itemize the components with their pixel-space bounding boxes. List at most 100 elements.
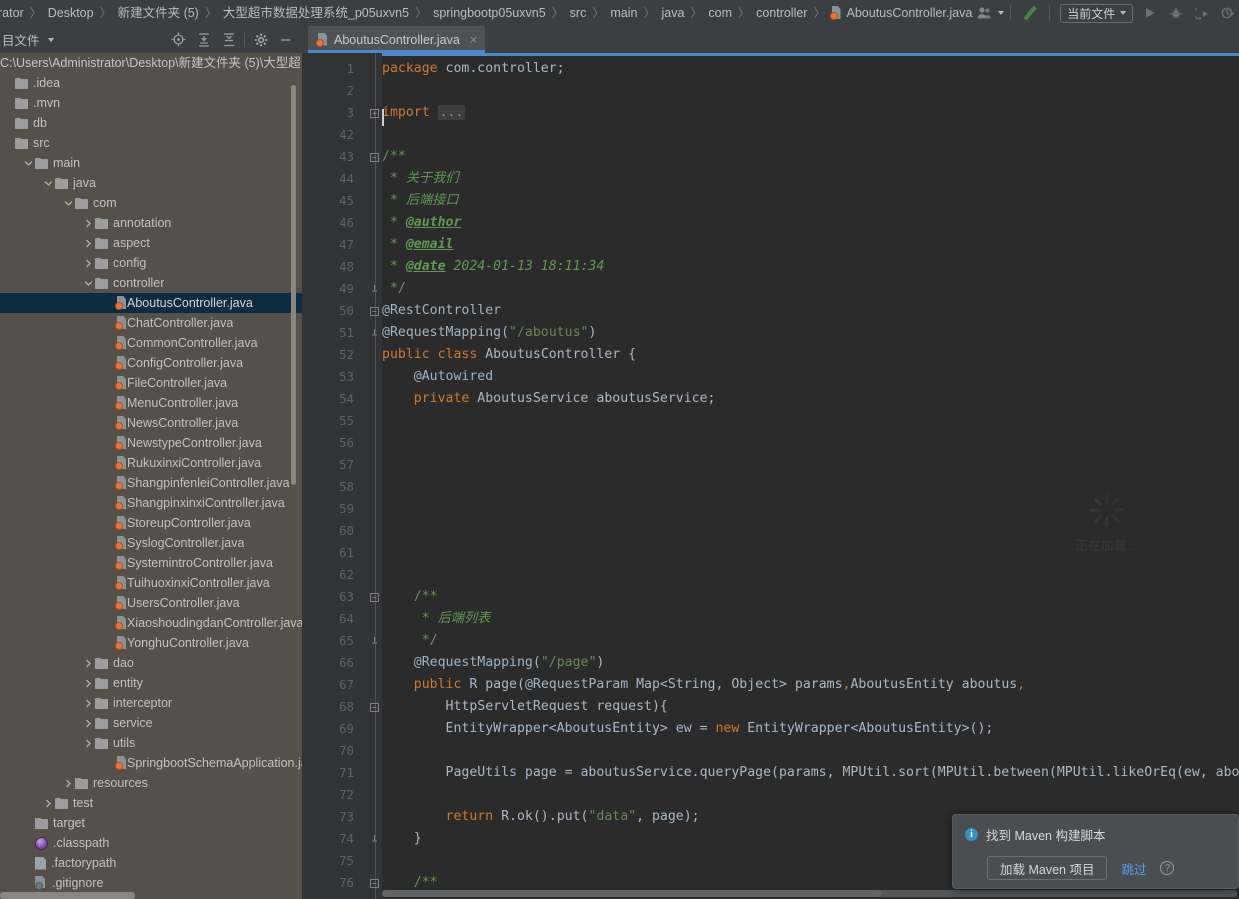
tree-item[interactable]: test [0,793,302,813]
tree-item[interactable]: .classpath [0,833,302,853]
breadcrumb-item[interactable]: rator [0,0,26,26]
chevron-right-icon[interactable] [82,257,94,269]
tree-item[interactable]: aspect [0,233,302,253]
close-icon[interactable]: × [470,33,478,46]
code-editor[interactable]: 1package com.controller;23import ...4243… [302,53,1239,899]
project-view-dropdown-icon[interactable] [48,38,54,42]
tree-item[interactable]: interceptor [0,693,302,713]
profiler-icon[interactable] [1215,0,1239,26]
fold-collapse-icon[interactable] [368,872,380,894]
tree-item[interactable]: YonghuController.java [0,633,302,653]
help-icon[interactable]: ? [1160,861,1174,875]
tree-item[interactable]: .factorypath [0,853,302,873]
chevron-right-icon[interactable] [82,657,94,669]
tree-item[interactable]: controller [0,273,302,293]
tree-item[interactable]: ShangpinfenleiController.java [0,473,302,493]
settings-gear-icon[interactable] [248,27,273,52]
fold-expand-icon[interactable] [368,102,380,124]
tree-item[interactable]: UsersController.java [0,593,302,613]
skip-link[interactable]: 跳过 [1121,859,1146,878]
breadcrumb-item[interactable]: java [659,0,686,26]
user-group-icon[interactable] [972,0,998,26]
tree-item[interactable]: MenuController.java [0,393,302,413]
tree-item[interactable]: annotation [0,213,302,233]
load-maven-project-button[interactable]: 加载 Maven 项目 [987,856,1107,880]
chevron-right-icon[interactable] [42,797,54,809]
tree-item[interactable]: ShangpinxinxiController.java [0,493,302,513]
tree-item[interactable]: config [0,253,302,273]
fold-collapse-icon[interactable] [368,300,380,322]
breadcrumb-item[interactable]: main [608,0,639,26]
expand-all-icon[interactable] [191,27,216,52]
tree-item-selected[interactable]: AboutusController.java [0,293,302,313]
tree-item[interactable]: dao [0,653,302,673]
editor-scrollbar-thumb[interactable] [382,890,882,897]
tree-item[interactable]: SystemintroController.java [0,553,302,573]
tree-item[interactable]: main [0,153,302,173]
chevron-right-icon[interactable] [82,237,94,249]
fold-collapse-icon[interactable] [368,146,380,168]
run-play-icon[interactable] [1137,0,1163,26]
chevron-right-icon[interactable] [82,677,94,689]
tree-item[interactable]: .mvn [0,93,302,113]
breadcrumb-file[interactable]: AboutusController.java [830,6,973,20]
chevron-right-icon[interactable] [82,737,94,749]
run-with-coverage-icon[interactable] [1189,0,1215,26]
fold-collapse-icon[interactable] [368,586,380,608]
editor-horizontal-scrollbar[interactable] [382,890,1237,897]
breadcrumb-item[interactable]: 大型超市数据处理系统_p05uxvn5 [221,0,411,26]
sidebar-horizontal-scrollbar[interactable] [0,892,135,899]
chevron-right-icon[interactable] [62,777,74,789]
chevron-down-icon[interactable] [22,157,34,169]
tree-item[interactable]: target [0,813,302,833]
tree-item[interactable]: com [0,193,302,213]
chevron-down-icon[interactable] [82,277,94,289]
tree-item[interactable]: SpringbootSchemaApplication.java [0,753,302,773]
tree-item[interactable]: SyslogController.java [0,533,302,553]
tree-item[interactable]: db [0,113,302,133]
collapse-all-icon[interactable] [216,27,241,52]
tree-item[interactable]: ChatController.java [0,313,302,333]
tree-item[interactable]: CommonController.java [0,333,302,353]
sidebar-vertical-scrollbar[interactable] [291,85,296,485]
breadcrumb-item[interactable]: com [706,0,734,26]
tree-item[interactable]: resources [0,773,302,793]
tree-item[interactable]: NewsController.java [0,413,302,433]
minimize-icon[interactable] [273,27,298,52]
chevron-down-icon[interactable] [42,177,54,189]
breadcrumb-item[interactable]: Desktop [46,0,96,26]
chevron-right-icon[interactable] [82,697,94,709]
run-configuration-selector[interactable]: 当前文件 [1060,4,1133,23]
fold-end-icon[interactable] [368,828,380,850]
user-dropdown-caret-icon[interactable] [998,11,1004,15]
tree-item[interactable]: src [0,133,302,153]
tree-item[interactable]: .idea [0,73,302,93]
fold-end-icon[interactable] [368,322,380,344]
tree-item[interactable]: java [0,173,302,193]
fold-collapse-icon[interactable] [368,696,380,718]
project-tree-panel[interactable]: C:\Users\Administrator\Desktop\新建文件夹 (5)… [0,53,302,899]
project-tree[interactable]: .idea.mvndbsrcmainjavacomannotationaspec… [0,73,302,893]
tree-item[interactable]: ConfigController.java [0,353,302,373]
tree-item[interactable]: entity [0,673,302,693]
tree-item[interactable]: utils [0,733,302,753]
tree-item[interactable]: XiaoshoudingdanController.java [0,613,302,633]
tree-item[interactable]: NewstypeController.java [0,433,302,453]
debug-bug-icon[interactable] [1163,0,1189,26]
fold-end-icon[interactable] [368,278,380,300]
breadcrumb[interactable]: rator〉Desktop〉新建文件夹 (5)〉大型超市数据处理系统_p05ux… [0,0,972,26]
tree-item[interactable]: service [0,713,302,733]
tree-item[interactable]: FileController.java [0,373,302,393]
build-hammer-icon[interactable] [1017,0,1043,26]
fold-end-icon[interactable] [368,630,380,652]
chevron-right-icon[interactable] [82,717,94,729]
locate-target-icon[interactable] [166,27,191,52]
breadcrumb-item[interactable]: controller [754,0,809,26]
editor-tab-aboutuscontroller[interactable]: AboutusController.java × [308,26,485,53]
breadcrumb-item[interactable]: src [568,0,589,26]
project-panel-title[interactable]: 目文件 [0,30,40,49]
tree-item[interactable]: StoreupController.java [0,513,302,533]
chevron-down-icon[interactable] [62,197,74,209]
breadcrumb-item[interactable]: 新建文件夹 (5) [116,0,201,26]
tree-item[interactable]: TuihuoxinxiController.java [0,573,302,593]
